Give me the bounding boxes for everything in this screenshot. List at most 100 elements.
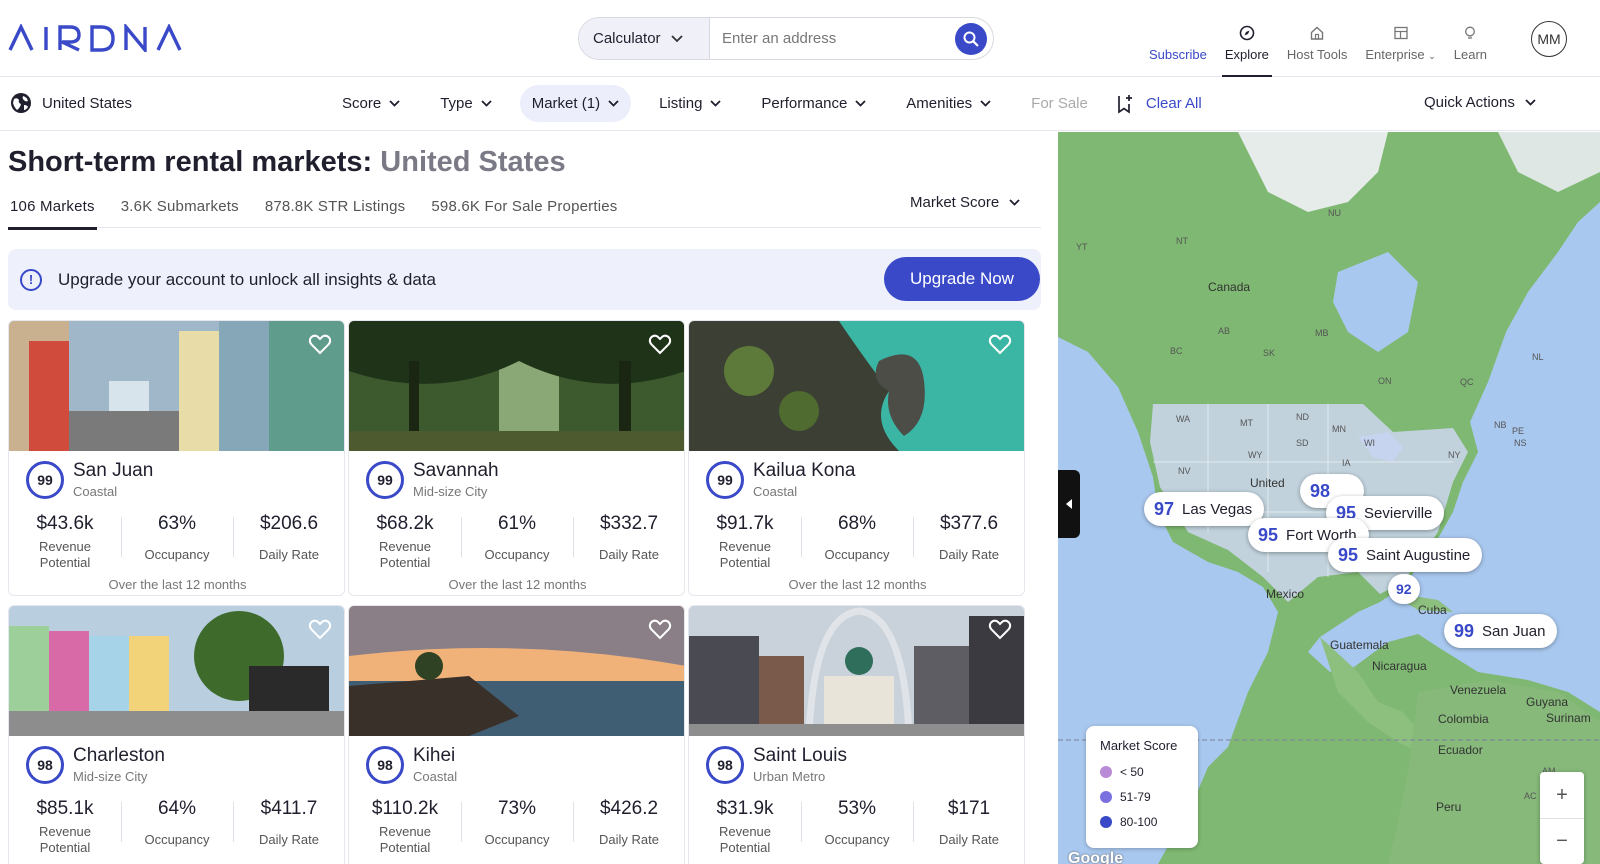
tab-markets[interactable]: 106 Markets [8,194,97,230]
metric-label: Revenue Potential [378,824,432,855]
map-region-label: YT [1076,242,1088,252]
market-card-savannah[interactable]: 99 Savannah Mid-size City $68.2k Revenue Pot… [348,320,685,596]
map-region-label: MB [1315,328,1329,338]
market-type: Mid-size City [413,484,488,499]
map-pin-las-vegas[interactable]: 97 Las Vegas [1144,492,1265,526]
metric-value: $171 [947,798,991,819]
market-card-kihei[interactable]: 98 Kihei Coastal $110.2k Revenue Potential 73… [348,605,685,864]
nav-enterprise[interactable]: Enterprise ⌄ [1356,16,1444,62]
metric-value: $110.2k [371,798,439,819]
map-region-label: NV [1178,466,1191,476]
map-region-label: ND [1296,412,1309,422]
map-pin-cluster-small[interactable]: 92 [1388,574,1420,604]
legend-label: 80-100 [1120,815,1158,829]
filter-listing[interactable]: Listing [647,85,733,122]
chevron-down-icon [1525,99,1536,106]
zoom-out-button[interactable]: − [1540,818,1584,864]
tab-for-sale[interactable]: 598.6K For Sale Properties [429,194,619,228]
map-region-label: ON [1378,376,1392,386]
sort-dropdown[interactable]: Market Score [910,194,1020,211]
heart-icon[interactable] [648,618,672,640]
map-region-label: WA [1176,414,1191,424]
metrics-period: Over the last 12 months [108,577,247,592]
market-type: Coastal [413,769,458,784]
heart-icon[interactable] [308,333,332,355]
map-label-canada: Canada [1208,280,1251,294]
market-type: Mid-size City [73,769,148,784]
metric-revenue: $31.9k Revenue Potential [689,798,801,855]
filter-amenities-label: Amenities [906,95,973,112]
market-name: Kailua Kona [753,460,856,481]
country-selector[interactable]: United States [10,92,132,114]
pin-score: 92 [1396,581,1412,597]
search-icon [963,31,979,47]
market-card-kailua-kona[interactable]: 99 Kailua Kona Coastal $91.7k Revenue Potent… [688,320,1025,596]
metric-label: Occupancy [484,547,550,562]
upgrade-now-button[interactable]: Upgrade Now [884,257,1040,301]
tab-submarkets[interactable]: 3.6K Submarkets [119,194,241,228]
clear-all-button[interactable]: Clear All [1116,94,1202,114]
chevron-down-icon [481,100,492,107]
metric-label: Revenue Potential [38,824,92,855]
map-region-label: NY [1448,450,1461,460]
legend-item: 80-100 [1100,815,1184,829]
nav-host-tools[interactable]: Host Tools [1278,16,1356,62]
bookmark-add-icon [1118,94,1132,114]
nav-enterprise-label: Enterprise ⌄ [1365,47,1436,62]
legend-dot [1100,766,1112,778]
metric-value: $411.7 [260,798,318,819]
metric-label: Revenue Potential [38,539,92,570]
tab-str-listings[interactable]: 878.8K STR Listings [263,194,408,228]
metric-revenue: $68.2k Revenue Potential [349,513,461,570]
market-card-saint-louis[interactable]: 98 Saint Louis Urban Metro $31.9k Revenue Po… [688,605,1025,864]
filter-for-sale[interactable]: For Sale [1019,85,1100,122]
quick-actions-dropdown[interactable]: Quick Actions [1424,94,1536,111]
map-label-ecuador: Ecuador [1438,743,1483,757]
filter-market[interactable]: Market (1) [519,85,632,122]
chevron-down-icon [608,100,619,107]
filter-amenities[interactable]: Amenities [894,85,1003,122]
chevron-down-icon [670,34,683,42]
market-photo [689,321,1024,451]
market-score-badge: 99 [366,461,404,499]
user-avatar[interactable]: MM [1531,21,1567,57]
nav-subscribe[interactable]: Subscribe [1140,16,1216,62]
nav-learn[interactable]: Learn [1445,16,1496,62]
heart-icon[interactable] [988,333,1012,355]
filter-score-label: Score [342,95,382,112]
metric-label: Daily Rate [599,832,659,847]
search-button[interactable] [955,22,987,55]
heart-icon[interactable] [308,618,332,640]
calculator-dropdown[interactable]: Calculator [579,18,710,59]
map-pin-saint-augustine[interactable]: 95 Saint Augustine [1328,538,1483,572]
filter-score[interactable]: Score [330,85,412,122]
globe-icon [11,93,31,113]
map-pin-san-juan[interactable]: 99 San Juan [1444,614,1558,648]
zoom-in-button[interactable]: + [1540,772,1584,818]
market-photo [349,321,684,451]
metric-revenue: $110.2k Revenue Potential [349,798,461,855]
heart-icon[interactable] [988,618,1012,640]
market-metrics: $91.7k Revenue Potential 68% Occupancy $377.… [689,513,1024,570]
collapse-map-button[interactable] [1058,470,1080,538]
nav-explore[interactable]: Explore [1216,16,1278,77]
metric-label: Daily Rate [259,547,319,562]
market-score-badge: 99 [26,461,64,499]
market-card-san-juan[interactable]: 99 San Juan Coastal $43.6k Revenue Potential… [8,320,345,596]
map-region-label: NL [1532,352,1544,362]
filter-performance[interactable]: Performance [749,85,878,122]
address-input[interactable] [710,18,955,59]
market-card-charleston[interactable]: 98 Charleston Mid-size City $85.1k Revenue P… [8,605,345,864]
filter-type[interactable]: Type [428,85,504,122]
metric-value: $68.2k [376,513,434,534]
metric-daily-rate: $377.6 Daily Rate [913,513,1024,569]
airdna-logo[interactable] [8,24,192,52]
heart-icon[interactable] [648,333,672,355]
pin-score: 99 [1454,620,1475,641]
market-map[interactable]: Canada Mexico Guatemala Nicaragua Venezu… [1058,132,1600,864]
legend-dot [1100,816,1112,828]
map-label-peru: Peru [1436,800,1462,814]
metric-value: 63% [157,513,197,534]
lightbulb-icon [1465,26,1476,39]
map-region-label: SD [1296,438,1309,448]
